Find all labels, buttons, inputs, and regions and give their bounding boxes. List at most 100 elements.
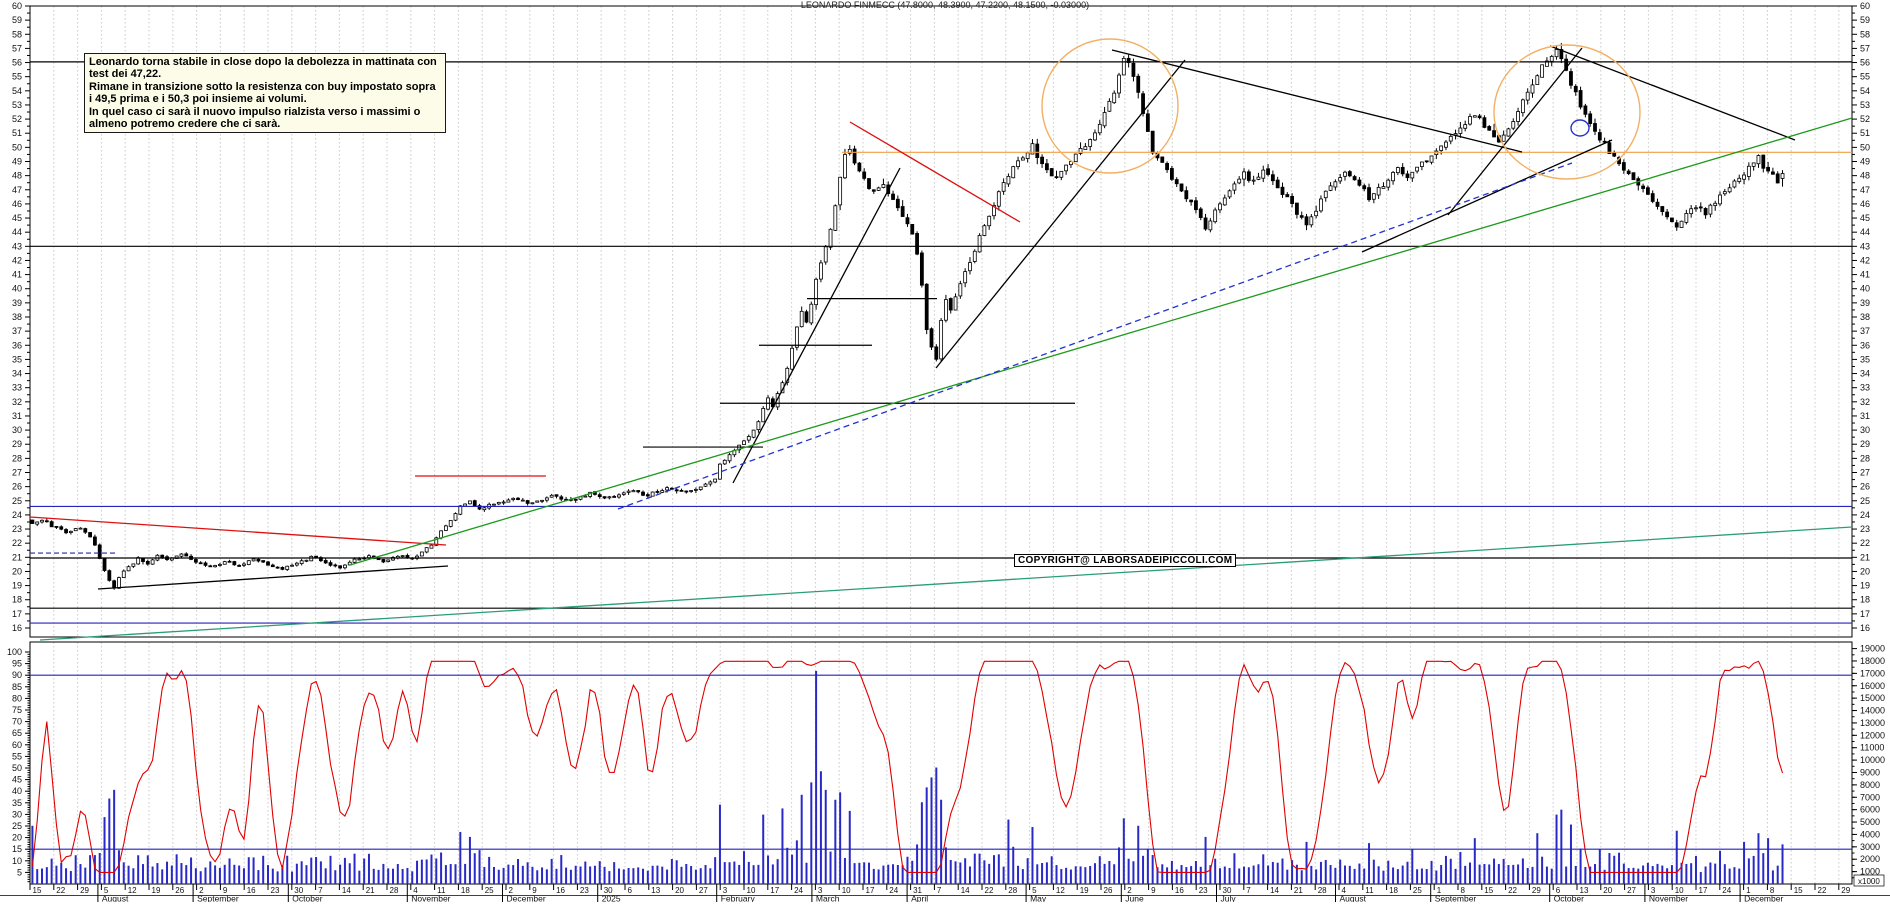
- volume-bar: [1497, 864, 1500, 884]
- volume-bar: [954, 861, 957, 884]
- candle-up: [1746, 165, 1751, 177]
- volume-bar: [257, 870, 260, 884]
- price-axis-label-right: 46: [1860, 199, 1870, 209]
- volume-bar: [1050, 856, 1053, 884]
- volume-bar: [1098, 856, 1101, 884]
- analysis-note-line: In quel caso ci sarà il nuovo impulso ri…: [89, 105, 421, 131]
- candle-down: [88, 532, 92, 538]
- candle-down: [1246, 171, 1251, 181]
- price-axis-label-left: 54: [12, 86, 22, 96]
- volume-bar: [108, 798, 111, 884]
- volume-bar: [262, 855, 265, 884]
- candle-down: [328, 562, 333, 566]
- volume-bar: [723, 862, 726, 884]
- volume-bar: [555, 868, 558, 884]
- price-axis-label-right: 22: [1860, 538, 1870, 548]
- candle-up: [352, 558, 357, 563]
- long-term-green-trend[interactable]: [349, 117, 1853, 566]
- candle-down: [636, 490, 641, 493]
- volume-bar: [1767, 838, 1770, 884]
- red-descending-2024[interactable]: [29, 516, 447, 546]
- rising-support-2024[interactable]: [97, 565, 449, 590]
- candle-down: [97, 544, 102, 559]
- volume-bar: [74, 855, 77, 884]
- candle-down: [1285, 194, 1290, 198]
- analysis-note[interactable]: Leonardo torna stabile in close dopo la …: [84, 53, 446, 134]
- candle-down: [1674, 222, 1679, 228]
- candle-up: [1232, 183, 1237, 191]
- month-label: September: [197, 894, 239, 903]
- price-axis-label-left: 44: [12, 227, 22, 237]
- volume-bar: [468, 836, 471, 884]
- volume-bar: [1656, 863, 1659, 884]
- volume-bar: [1079, 866, 1082, 884]
- price-axis-label-left: 20: [12, 566, 22, 576]
- volume-bar: [1281, 858, 1284, 884]
- oscillator-axis-label: 25: [12, 821, 22, 831]
- candle-up: [511, 497, 516, 500]
- candle-up: [823, 246, 828, 263]
- price-axis-label-right: 28: [1860, 453, 1870, 463]
- volume-bar: [675, 860, 678, 884]
- candle-up: [121, 570, 126, 578]
- downtrend-oct-dec[interactable]: [1549, 45, 1796, 141]
- volume-bar: [65, 868, 68, 884]
- uptrend-apr-jun[interactable]: [935, 59, 1186, 369]
- uptrend-sep-oct[interactable]: [1447, 47, 1583, 216]
- candle-up: [150, 559, 155, 565]
- price-axis-label-left: 27: [12, 468, 22, 478]
- candle-down: [895, 198, 900, 209]
- volume-bar: [1598, 849, 1601, 884]
- candle-up: [1073, 153, 1078, 163]
- candle-down: [1304, 216, 1309, 226]
- price-axis-label-left: 33: [12, 383, 22, 393]
- uptrend-feb-mar[interactable]: [732, 167, 901, 484]
- candle-down: [64, 529, 68, 534]
- channel-low-aug-oct[interactable]: [1361, 139, 1613, 253]
- month-label: August: [102, 894, 129, 903]
- candle-up: [1256, 176, 1261, 180]
- volume-bar: [492, 866, 495, 884]
- volume-bar: [1579, 848, 1582, 884]
- candle-down: [655, 491, 660, 493]
- candle-up: [1535, 75, 1540, 85]
- volume-bar: [916, 844, 919, 884]
- volume-bar: [1132, 861, 1135, 884]
- candle-up: [1020, 157, 1025, 161]
- oscillator-axis-label: 15: [12, 844, 22, 854]
- volume-bar: [1507, 864, 1510, 884]
- candle-down: [1054, 176, 1059, 179]
- volume-bar: [1771, 870, 1774, 884]
- volume-bar: [1276, 862, 1279, 884]
- entry-circle-december[interactable]: [1570, 119, 1590, 137]
- downtrend-jun-sep[interactable]: [1111, 49, 1523, 153]
- volume-bar: [127, 865, 130, 884]
- price-axis-label-right: 35: [1860, 354, 1870, 364]
- candle-down: [1145, 113, 1150, 132]
- volume-bar: [694, 869, 697, 884]
- date-axis: 15 22 29 5 12 19 26 2 9 16 23 30 7 14 21 28 4 11 18 25 2 9 16 2…: [0, 884, 1890, 904]
- volume-bar: [146, 855, 149, 884]
- axes: 16 16 17 17 18 18 19 19 20 20 21 21 22 22 23 23 24 24 25 25…: [7, 1, 1885, 887]
- candle-up: [544, 497, 549, 501]
- blue-dashed-trend[interactable]: [617, 162, 1573, 510]
- candle-up: [1391, 172, 1395, 182]
- volume-bar: [435, 858, 438, 884]
- candle-down: [1170, 168, 1174, 180]
- volume-bar: [993, 855, 996, 884]
- candle-up: [1088, 139, 1093, 147]
- red-descending-april[interactable]: [849, 121, 1021, 223]
- price-axis-label-left: 18: [12, 595, 22, 605]
- volume-bar: [545, 869, 548, 884]
- price-axis-label-right: 40: [1860, 284, 1870, 294]
- candle-down: [198, 562, 203, 565]
- stock-chart-canvas[interactable]: 16 16 17 17 18 18 19 19 20 20 21 21 22 22 23 23 24 24 25 25…: [0, 0, 1890, 904]
- week-label: 29: [1841, 886, 1850, 895]
- candle-up: [1679, 220, 1684, 228]
- volume-bar: [1334, 867, 1337, 884]
- volume-bar: [1425, 869, 1428, 884]
- candle-up: [583, 495, 588, 498]
- volume-bar: [209, 861, 212, 884]
- month-label: July: [1221, 894, 1237, 903]
- candle-down: [44, 520, 49, 523]
